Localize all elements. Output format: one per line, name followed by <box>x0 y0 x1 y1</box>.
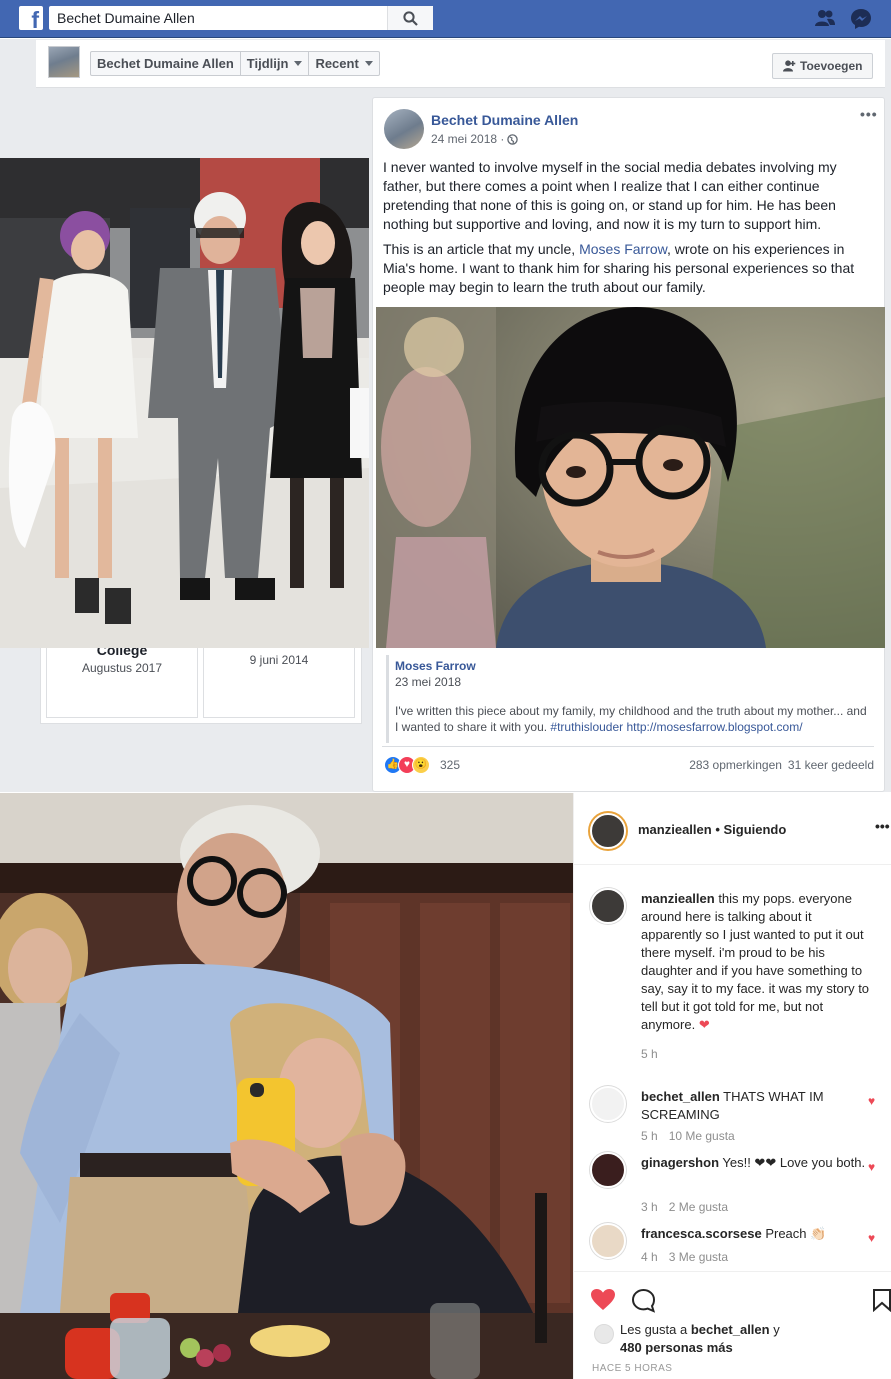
follow-status[interactable]: • Siguiendo <box>712 822 786 837</box>
comment-username[interactable]: ginagershon <box>641 1155 719 1170</box>
recent-label: Recent <box>315 56 359 71</box>
comment-likes[interactable]: 3 Me gusta <box>669 1250 728 1264</box>
life-event-card[interactable]: College Augustus 2017 <box>46 642 198 718</box>
post-stats: 283 opmerkingen 31 keer gedeeld <box>683 758 874 772</box>
user-avatar[interactable] <box>590 813 626 849</box>
caption-body: this my pops. everyone around here is ta… <box>641 891 870 1032</box>
moses-farrow-link[interactable]: Moses Farrow <box>579 241 667 257</box>
comment-time: 5 h <box>641 1129 658 1143</box>
heart-icon[interactable] <box>590 1288 616 1311</box>
reaction-count: 325 <box>440 758 461 772</box>
add-friend-button[interactable]: Toevoegen <box>772 53 873 79</box>
life-event-card[interactable]: 9 juni 2014 <box>203 648 355 718</box>
screenshot-collage: f Bechet Dumaine Allen Bechet Dumaine Al… <box>0 0 891 1379</box>
facebook-topbar: f Bechet Dumaine Allen <box>0 0 891 38</box>
timeline-dropdown[interactable]: Tijdlijn <box>241 52 310 75</box>
photo-family-walking <box>0 158 369 648</box>
actions-divider <box>574 1271 891 1272</box>
shared-post-date: 23 mei 2018 <box>395 675 462 689</box>
comment-text: bechet_allen THATS WHAT IM SCREAMING <box>641 1088 871 1124</box>
likes-others[interactable]: 480 personas más <box>620 1340 733 1355</box>
life-event-date: Augustus 2017 <box>81 661 163 675</box>
shared-post-preview[interactable]: Moses Farrow 23 mei 2018 I've written th… <box>386 655 874 743</box>
comment-icon[interactable] <box>631 1288 656 1313</box>
search-button[interactable] <box>387 6 433 30</box>
comment-likes[interactable]: 2 Me gusta <box>669 1200 728 1214</box>
shared-author-name[interactable]: Moses Farrow <box>395 659 476 673</box>
header-username: manzieallen • Siguiendo <box>638 822 786 837</box>
bookmark-icon[interactable] <box>872 1288 891 1312</box>
like-comment-heart-icon[interactable]: ♥ <box>868 1160 875 1174</box>
post-paragraph-2: This is an article that my uncle, Moses … <box>383 240 863 297</box>
messenger-icon[interactable] <box>850 8 872 30</box>
comment-likes[interactable]: 10 Me gusta <box>669 1129 735 1143</box>
comment-text: ginagershon Yes!! ❤❤ Love you both. <box>641 1154 871 1172</box>
caption-time: 5 h <box>641 1047 658 1061</box>
facebook-logo-icon[interactable]: f <box>19 6 43 30</box>
search-input[interactable]: Bechet Dumaine Allen <box>49 6 433 30</box>
globe-icon <box>507 134 518 145</box>
shares-count-link[interactable]: 31 keer gedeeld <box>788 758 874 772</box>
likes-summary: Les gusta a bechet_allen y 480 personas m… <box>620 1321 780 1357</box>
comment-body: Preach 👏🏻 <box>761 1226 827 1241</box>
caption-avatar[interactable] <box>590 888 626 924</box>
blog-url-link[interactable]: http://mosesfarrow.blogspot.com/ <box>626 720 802 734</box>
comment-text: francesca.scorsese Preach 👏🏻 <box>641 1225 871 1243</box>
profile-timeline-navbar: Bechet Dumaine Allen Tijdlijn Recent Toe… <box>36 40 885 88</box>
post-paragraph-2-start: This is an article that my uncle, <box>383 241 580 257</box>
life-event-date: 9 juni 2014 <box>249 653 309 667</box>
commenter-avatar[interactable] <box>590 1152 626 1188</box>
post-date-text: 24 mei 2018 <box>431 132 498 146</box>
post-divider <box>382 746 874 747</box>
comment-meta: 5 h 10 Me gusta <box>641 1129 746 1143</box>
likes-user[interactable]: bechet_allen <box>691 1322 770 1337</box>
add-friend-icon <box>783 60 796 72</box>
more-options-icon[interactable]: ••• <box>860 106 878 122</box>
liker-avatar[interactable] <box>594 1324 614 1344</box>
instagram-comments-panel: manzieallen • Siguiendo ••• manzieallen … <box>573 793 891 1379</box>
friends-icon[interactable] <box>814 9 836 27</box>
comment-body: Yes!! ❤❤ Love you both. <box>719 1155 866 1170</box>
caption-username[interactable]: manzieallen <box>641 891 715 906</box>
post-date-separator: · <box>500 132 505 146</box>
post-author-avatar[interactable] <box>384 109 424 149</box>
search-icon <box>403 11 418 26</box>
likes-prefix: Les gusta a <box>620 1322 691 1337</box>
comment-meta: 3 h 2 Me gusta <box>641 1200 739 1214</box>
comments-count-link[interactable]: 283 opmerkingen <box>689 758 782 772</box>
comment-username[interactable]: bechet_allen <box>641 1089 720 1104</box>
instagram-post-header: manzieallen • Siguiendo ••• <box>574 793 891 865</box>
comment-username[interactable]: francesca.scorsese <box>641 1226 762 1241</box>
post-date[interactable]: 24 mei 2018 · <box>431 132 504 146</box>
header-username-link[interactable]: manzieallen <box>638 822 712 837</box>
profile-avatar[interactable] <box>48 46 80 78</box>
search-value: Bechet Dumaine Allen <box>57 10 195 26</box>
comment-time: 3 h <box>641 1200 658 1214</box>
caption-text: manzieallen this my pops. everyone aroun… <box>641 890 871 1034</box>
photo-father-daughter-selfie[interactable] <box>0 793 573 1379</box>
like-comment-heart-icon[interactable]: ♥ <box>868 1094 875 1108</box>
comment-meta: 4 h 3 Me gusta <box>641 1250 739 1264</box>
commenter-avatar[interactable] <box>590 1086 626 1122</box>
heart-emoji-icon: ❤ <box>698 1017 710 1032</box>
wow-reaction-icon: 😮 <box>412 756 430 774</box>
commenter-avatar[interactable] <box>590 1223 626 1259</box>
shared-post-text: I've written this piece about my family,… <box>395 703 873 735</box>
likes-suffix: y <box>769 1322 780 1337</box>
photo-boy-glasses[interactable] <box>376 307 885 648</box>
posted-time: HACE 5 HORAS <box>592 1363 673 1374</box>
comment-time: 4 h <box>641 1250 658 1264</box>
timeline-label: Tijdlijn <box>246 56 289 71</box>
more-options-icon[interactable]: ••• <box>875 818 890 834</box>
add-friend-label: Toevoegen <box>800 59 863 73</box>
chevron-down-icon <box>364 61 373 66</box>
recent-dropdown[interactable]: Recent <box>309 52 378 75</box>
like-comment-heart-icon[interactable]: ♥ <box>868 1231 875 1245</box>
chevron-down-icon <box>294 61 303 66</box>
post-paragraph-1: I never wanted to involve myself in the … <box>383 159 837 232</box>
timeline-nav-group: Bechet Dumaine Allen Tijdlijn Recent <box>90 51 380 76</box>
hashtag-link[interactable]: #truthislouder <box>550 720 623 734</box>
profile-name-button[interactable]: Bechet Dumaine Allen <box>91 52 241 75</box>
post-author-name[interactable]: Bechet Dumaine Allen <box>431 112 578 128</box>
